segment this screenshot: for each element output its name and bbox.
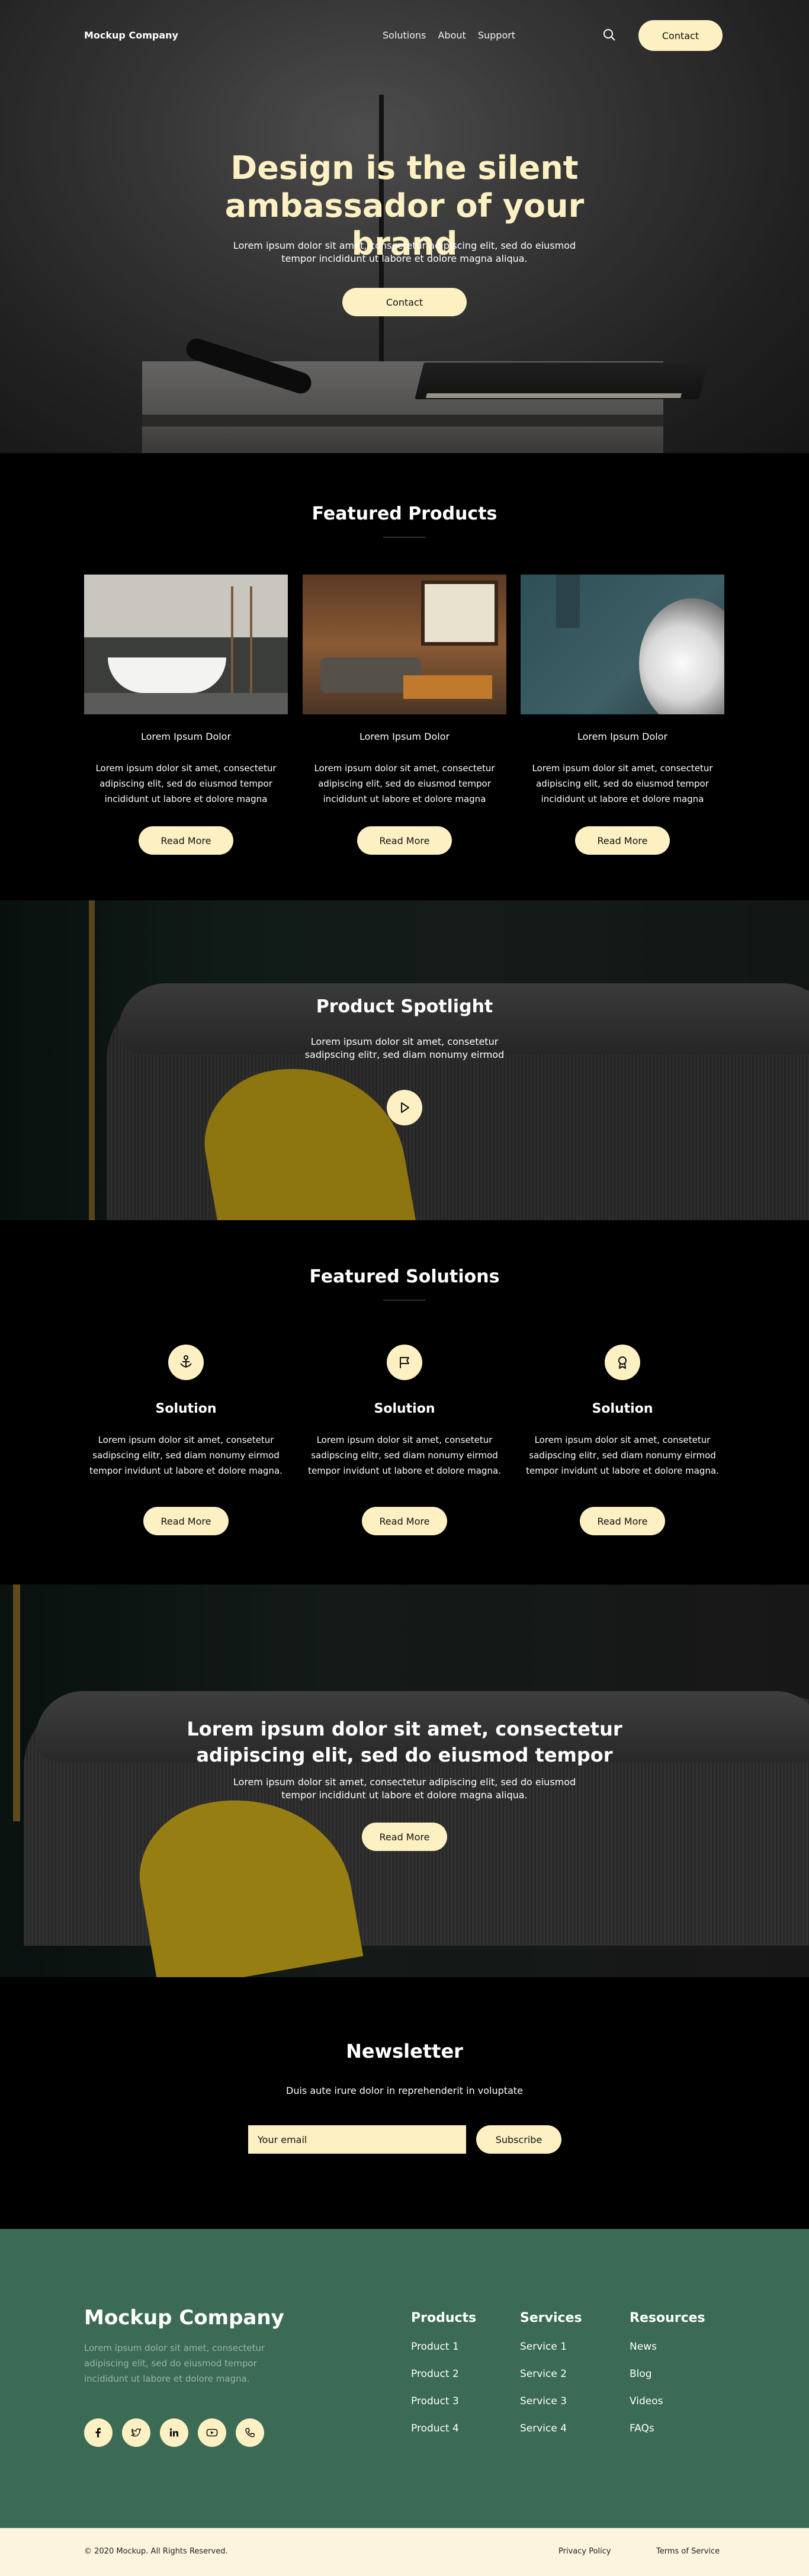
linkedin-icon[interactable] [160,2418,188,2447]
hero-subtitle: Lorem ipsum dolor sit amet, consectetur … [233,240,576,264]
product-card: Lorem Ipsum Dolor Lorem ipsum dolor sit … [521,575,724,855]
footer-link[interactable]: Service 4 [520,2423,582,2434]
footer-brand[interactable]: Mockup Company [84,2306,284,2330]
product-card: Lorem Ipsum Dolor Lorem ipsum dolor sit … [84,575,288,855]
read-more-button[interactable]: Read More [362,1823,447,1851]
promo-title: Lorem ipsum dolor sit amet, consectetur … [187,1718,622,1766]
footer-link[interactable]: FAQs [630,2423,705,2434]
search-icon[interactable] [602,28,617,42]
copyright-text: © 2020 Mockup. All Rights Reserved. [84,2547,228,2556]
email-field[interactable] [248,2125,466,2154]
product-card: Lorem Ipsum Dolor Lorem ipsum dolor sit … [303,575,506,855]
logo[interactable]: Mockup Company [84,30,178,41]
newsletter-section: Newsletter Duis aute irure dolor in repr… [0,1977,809,2229]
footer-description: Lorem ipsum dolor sit amet, consectetur … [84,2343,265,2384]
terms-of-service-link[interactable]: Terms of Service [656,2547,720,2556]
solution-text: Lorem ipsum dolor sit amet, consetetur s… [308,1435,501,1476]
spotlight-title: Product Spotlight [316,996,493,1017]
twitter-icon[interactable] [122,2418,150,2447]
nav-link-solutions[interactable]: Solutions [383,30,426,41]
product-card-title: Lorem Ipsum Dolor [140,731,232,742]
footer-link[interactable]: News [630,2341,705,2353]
product-spotlight-section: Product Spotlight Lorem ipsum dolor sit … [0,900,809,1220]
read-more-button[interactable]: Read More [362,1507,447,1535]
footer-column-heading: Resources [630,2311,705,2325]
featured-products-section: Featured Products Lorem Ipsum Dolor Lore… [0,453,809,900]
product-card-title: Lorem Ipsum Dolor [359,731,450,742]
subscribe-button[interactable]: Subscribe [476,2125,561,2154]
footer-column-heading: Services [520,2311,582,2325]
product-image-lamp[interactable] [521,575,724,714]
social-links [84,2418,264,2447]
newsletter-title: Newsletter [346,2040,463,2062]
footer-link[interactable]: Product 3 [411,2395,476,2407]
section-divider [383,1300,426,1301]
facebook-icon[interactable] [84,2418,113,2447]
footer-link[interactable]: Service 1 [520,2341,582,2353]
solution-text: Lorem ipsum dolor sit amet, consetetur s… [89,1435,282,1476]
youtube-icon[interactable] [198,2418,226,2447]
read-more-button[interactable]: Read More [139,826,233,855]
footer-link[interactable]: Service 2 [520,2368,582,2380]
play-video-button[interactable] [387,1090,422,1125]
featured-solutions-title: Featured Solutions [309,1266,500,1287]
product-card-text: Lorem ipsum dolor sit amet, consectetur … [532,763,713,804]
read-more-button[interactable]: Read More [575,826,670,855]
footer-link[interactable]: Service 3 [520,2395,582,2407]
award-icon [605,1345,640,1380]
footer-link[interactable]: Product 2 [411,2368,476,2380]
footer-link[interactable]: Product 1 [411,2341,476,2353]
product-card-text: Lorem ipsum dolor sit amet, consectetur … [95,763,277,804]
phone-icon[interactable] [236,2418,264,2447]
privacy-policy-link[interactable]: Privacy Policy [558,2547,611,2556]
solution-title: Solution [374,1401,435,1416]
solution-title: Solution [155,1401,217,1416]
play-icon [401,1102,409,1113]
top-nav: Mockup Company Solutions About Support C… [0,0,809,71]
section-divider [383,537,426,538]
read-more-button[interactable]: Read More [580,1507,665,1535]
newsletter-subtitle: Duis aute irure dolor in reprehenderit i… [286,2085,523,2096]
hero-section: Mockup Company Solutions About Support C… [0,0,809,453]
featured-products-title: Featured Products [312,503,497,524]
promo-subtitle: Lorem ipsum dolor sit amet, consectetur … [233,1776,576,1801]
anchor-icon [168,1345,204,1380]
footer-column-services: Services Service 1 Service 2 Service 3 S… [520,2311,582,2450]
product-card-text: Lorem ipsum dolor sit amet, consectetur … [314,763,495,804]
spotlight-subtitle: Lorem ipsum dolor sit amet, consetetur s… [304,1036,505,1060]
nav-link-about[interactable]: About [438,30,466,41]
read-more-button[interactable]: Read More [143,1507,229,1535]
footer-column-products: Products Product 1 Product 2 Product 3 P… [411,2311,476,2450]
footer-column-heading: Products [411,2311,477,2325]
footer-column-resources: Resources News Blog Videos FAQs [630,2311,705,2450]
hero-contact-button[interactable]: Contact [342,288,467,316]
nav-links: Solutions About Support [383,30,515,41]
flag-icon [387,1345,422,1380]
nav-link-support[interactable]: Support [478,30,515,41]
product-image-bathroom[interactable] [84,575,288,714]
read-more-button[interactable]: Read More [357,826,452,855]
footer-link[interactable]: Videos [630,2395,705,2407]
solution-text: Lorem ipsum dolor sit amet, consetetur s… [526,1435,719,1476]
footer-link[interactable]: Blog [630,2368,705,2380]
nav-contact-button[interactable]: Contact [638,20,723,51]
footer-link[interactable]: Product 4 [411,2423,476,2434]
product-card-title: Lorem Ipsum Dolor [577,731,668,742]
product-image-living-room[interactable] [303,575,506,714]
solution-title: Solution [592,1401,653,1416]
featured-solutions-section: Featured Solutions Solution Lorem ipsum … [0,1220,809,1584]
footer: Mockup Company Lorem ipsum dolor sit ame… [0,2229,809,2528]
promo-section: Lorem ipsum dolor sit amet, consectetur … [0,1584,809,1977]
bottom-bar: © 2020 Mockup. All Rights Reserved. Priv… [0,2528,809,2576]
